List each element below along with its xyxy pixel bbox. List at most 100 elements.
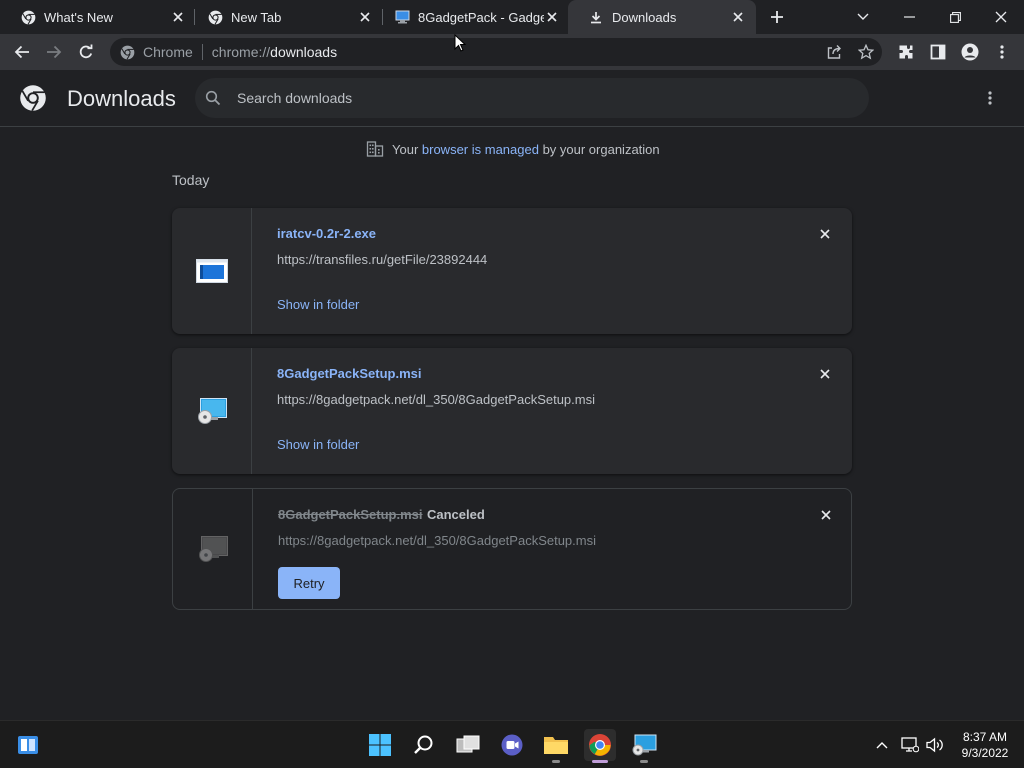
tab-8gadgetpack[interactable]: 8GadgetPack - Gadgets bbox=[374, 0, 568, 34]
volume-icon[interactable] bbox=[925, 735, 945, 755]
managed-prefix: Your bbox=[392, 141, 422, 157]
download-filename[interactable]: iratcv-0.2r-2.exe bbox=[277, 226, 376, 241]
file-icon-column bbox=[173, 489, 253, 609]
date-section-header: Today bbox=[172, 172, 210, 188]
bookmark-star-icon[interactable] bbox=[858, 44, 874, 60]
profile-avatar-icon[interactable] bbox=[960, 42, 980, 62]
new-tab-button[interactable] bbox=[766, 6, 788, 28]
clock-time: 8:37 AM bbox=[962, 730, 1008, 744]
share-icon[interactable] bbox=[826, 44, 842, 60]
building-icon bbox=[366, 141, 384, 157]
remove-download-button[interactable] bbox=[817, 366, 833, 382]
close-tab-icon[interactable] bbox=[357, 9, 373, 25]
show-in-folder-link[interactable]: Show in folder bbox=[277, 437, 359, 452]
tab-label: What's New bbox=[44, 9, 113, 25]
more-actions-icon[interactable] bbox=[980, 88, 1000, 108]
remove-download-button[interactable] bbox=[817, 226, 833, 242]
retry-button[interactable]: Retry bbox=[278, 567, 340, 599]
gadget-icon bbox=[632, 734, 657, 756]
close-icon bbox=[820, 229, 830, 239]
gadget-taskbar-button[interactable] bbox=[628, 729, 660, 763]
minimize-button[interactable] bbox=[886, 0, 932, 34]
chat-button[interactable] bbox=[496, 729, 528, 761]
side-panel-icon[interactable] bbox=[928, 42, 948, 62]
task-view-icon bbox=[456, 735, 480, 753]
download-filename[interactable]: 8GadgetPackSetup.msi bbox=[277, 366, 422, 381]
taskbar-clock[interactable]: 8:37 AM 9/3/2022 bbox=[950, 729, 1020, 761]
plus-icon bbox=[771, 11, 783, 23]
forward-button[interactable] bbox=[40, 38, 68, 66]
restore-icon bbox=[949, 11, 961, 23]
restore-button[interactable] bbox=[932, 0, 978, 34]
teams-chat-icon bbox=[501, 734, 523, 756]
clock-date: 9/3/2022 bbox=[961, 746, 1009, 760]
download-icon bbox=[588, 9, 604, 25]
tab-label: New Tab bbox=[231, 9, 282, 25]
gadget-icon bbox=[394, 9, 410, 25]
reload-button[interactable] bbox=[72, 38, 100, 66]
reload-icon bbox=[79, 44, 93, 59]
close-icon bbox=[995, 11, 1007, 23]
task-view-button[interactable] bbox=[452, 729, 484, 761]
search-input[interactable] bbox=[237, 90, 837, 106]
chrome-icon bbox=[207, 9, 223, 25]
chrome-icon bbox=[589, 734, 611, 756]
address-bar[interactable]: Chrome chrome://downloads bbox=[110, 38, 882, 66]
download-url: https://8gadgetpack.net/dl_350/8GadgetPa… bbox=[278, 533, 596, 548]
tab-new-tab[interactable]: New Tab bbox=[187, 0, 381, 34]
download-item-canceled: 8GadgetPackSetup.msi Canceled https://8g… bbox=[172, 488, 852, 610]
mouse-cursor-icon bbox=[454, 34, 466, 52]
managed-notice: Your browser is managed by your organiza… bbox=[366, 140, 660, 158]
page-title: Downloads bbox=[67, 86, 176, 111]
start-button[interactable] bbox=[364, 729, 396, 761]
download-url[interactable]: https://8gadgetpack.net/dl_350/8GadgetPa… bbox=[277, 392, 595, 407]
chrome-icon bbox=[20, 9, 36, 25]
tab-whats-new[interactable]: What's New bbox=[0, 0, 194, 34]
file-icon-column bbox=[172, 348, 252, 474]
download-item: 8GadgetPackSetup.msi https://8gadgetpack… bbox=[172, 348, 852, 474]
exe-file-icon bbox=[195, 259, 228, 283]
omnibox-divider bbox=[201, 44, 203, 60]
url-host: downloads bbox=[270, 44, 338, 60]
close-icon bbox=[821, 510, 831, 520]
close-icon bbox=[820, 369, 830, 379]
tab-label: 8GadgetPack - Gadgets bbox=[418, 9, 544, 25]
managed-link[interactable]: browser is managed bbox=[422, 142, 539, 157]
file-explorer-button[interactable] bbox=[540, 729, 572, 763]
show-hidden-icons-button[interactable] bbox=[872, 735, 892, 755]
site-chip[interactable]: Chrome bbox=[143, 44, 193, 60]
menu-kebab-icon[interactable] bbox=[992, 42, 1012, 62]
chevron-up-icon bbox=[876, 742, 888, 749]
windows-start-icon bbox=[369, 734, 391, 756]
tab-search-button[interactable] bbox=[840, 0, 886, 34]
remove-download-button[interactable] bbox=[818, 507, 834, 523]
search-box[interactable] bbox=[195, 78, 869, 118]
folder-icon bbox=[544, 737, 568, 754]
file-icon-column bbox=[172, 208, 252, 334]
extensions-icon[interactable] bbox=[896, 42, 916, 62]
arrow-left-icon bbox=[14, 45, 29, 59]
chrome-taskbar-button[interactable] bbox=[584, 729, 616, 763]
show-in-folder-link[interactable]: Show in folder bbox=[277, 297, 359, 312]
back-button[interactable] bbox=[8, 38, 36, 66]
close-tab-icon[interactable] bbox=[544, 9, 560, 25]
widgets-button[interactable] bbox=[12, 729, 44, 761]
close-tab-icon[interactable] bbox=[170, 9, 186, 25]
managed-suffix: by your organization bbox=[538, 141, 660, 157]
search-icon bbox=[205, 90, 221, 106]
close-tab-icon[interactable] bbox=[730, 9, 746, 25]
msi-file-icon bbox=[198, 536, 228, 562]
arrow-right-icon bbox=[47, 45, 62, 59]
search-button[interactable] bbox=[408, 729, 440, 761]
downloads-header: Downloads bbox=[0, 70, 1024, 127]
close-window-button[interactable] bbox=[978, 0, 1024, 34]
browser-toolbar: Chrome chrome://downloads bbox=[0, 34, 1024, 70]
running-indicator bbox=[640, 760, 648, 763]
widgets-icon bbox=[18, 736, 38, 754]
network-icon[interactable] bbox=[900, 735, 920, 755]
chrome-logo-icon bbox=[19, 84, 47, 112]
minimize-icon bbox=[903, 16, 915, 18]
tab-downloads[interactable]: Downloads bbox=[568, 0, 756, 34]
download-url[interactable]: https://transfiles.ru/getFile/23892444 bbox=[277, 252, 487, 267]
running-indicator bbox=[592, 760, 608, 763]
